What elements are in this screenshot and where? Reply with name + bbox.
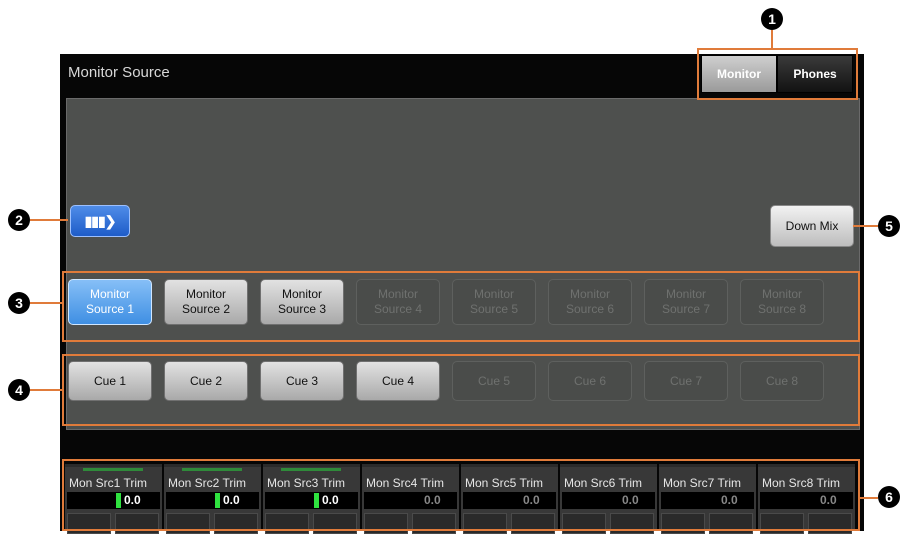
callout-box-3 [62, 271, 860, 342]
callout-line-2 [30, 219, 68, 221]
callout-box-6 [62, 459, 860, 531]
signal-bars-icon: ▮▮▮❯ [84, 212, 117, 229]
callout-line-5 [853, 225, 878, 227]
callout-badge-2: 2 [8, 209, 30, 231]
signal-bars-button[interactable]: ▮▮▮❯ [70, 205, 130, 237]
down-mix-button[interactable]: Down Mix [770, 205, 854, 247]
callout-badge-5: 5 [878, 215, 900, 237]
callout-badge-6: 6 [878, 486, 900, 508]
panel-title: Monitor Source [68, 64, 170, 81]
callout-badge-1: 1 [761, 8, 783, 30]
callout-line-4 [30, 389, 62, 391]
callout-box-1 [697, 48, 858, 100]
callout-line-1 [771, 30, 773, 48]
callout-line-6 [860, 497, 878, 499]
callout-badge-4: 4 [8, 379, 30, 401]
callout-box-4 [62, 354, 860, 426]
callout-badge-3: 3 [8, 292, 30, 314]
callout-line-3 [30, 302, 62, 304]
